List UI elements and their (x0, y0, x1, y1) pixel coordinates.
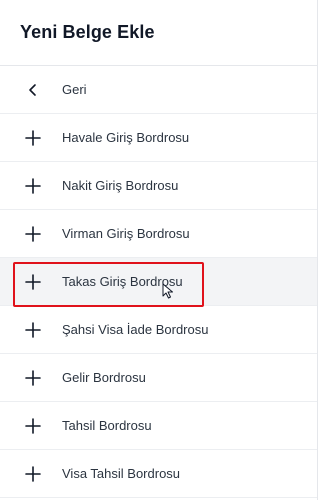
menu-item-nakit-giris-bordrosu[interactable]: Nakit Giriş Bordrosu (0, 162, 317, 210)
plus-icon (22, 175, 44, 197)
menu-item-gelir-bordrosu[interactable]: Gelir Bordrosu (0, 354, 317, 402)
back-label: Geri (62, 82, 87, 97)
menu-item-label: Takas Giriş Bordrosu (62, 274, 183, 289)
plus-icon (22, 127, 44, 149)
menu-item-virman-giris-bordrosu[interactable]: Virman Giriş Bordrosu (0, 210, 317, 258)
plus-icon (22, 319, 44, 341)
chevron-left-icon (22, 79, 44, 101)
menu-item-label: Visa Tahsil Bordrosu (62, 466, 181, 481)
plus-icon (22, 223, 44, 245)
menu-item-label: Nakit Giriş Bordrosu (62, 178, 179, 193)
plus-icon (22, 463, 44, 485)
menu-item-tahsil-bordrosu[interactable]: Tahsil Bordrosu (0, 402, 317, 450)
menu-item-label: Virman Giriş Bordrosu (62, 226, 190, 241)
menu-item-label: Tahsil Bordrosu (62, 418, 152, 433)
menu-item-label: Gelir Bordrosu (62, 370, 146, 385)
menu-item-label: Şahsi Visa İade Bordrosu (62, 322, 209, 337)
menu-item-label: Havale Giriş Bordrosu (62, 130, 190, 145)
plus-icon (22, 271, 44, 293)
back-button[interactable]: Geri (0, 66, 317, 114)
plus-icon (22, 367, 44, 389)
plus-icon (22, 415, 44, 437)
menu-item-visa-tahsil-bordrosu[interactable]: Visa Tahsil Bordrosu (0, 450, 317, 498)
document-type-menu: Geri Havale Giriş Bordrosu Nakit Giriş B… (0, 66, 317, 498)
panel-header: Yeni Belge Ekle (0, 0, 317, 66)
menu-item-havale-giris-bordrosu[interactable]: Havale Giriş Bordrosu (0, 114, 317, 162)
page-title: Yeni Belge Ekle (20, 22, 155, 42)
menu-item-takas-giris-bordrosu[interactable]: Takas Giriş Bordrosu (0, 258, 317, 306)
new-document-panel: Yeni Belge Ekle Geri Havale Giriş Bordro… (0, 0, 318, 500)
menu-item-sahsi-visa-iade-bordrosu[interactable]: Şahsi Visa İade Bordrosu (0, 306, 317, 354)
